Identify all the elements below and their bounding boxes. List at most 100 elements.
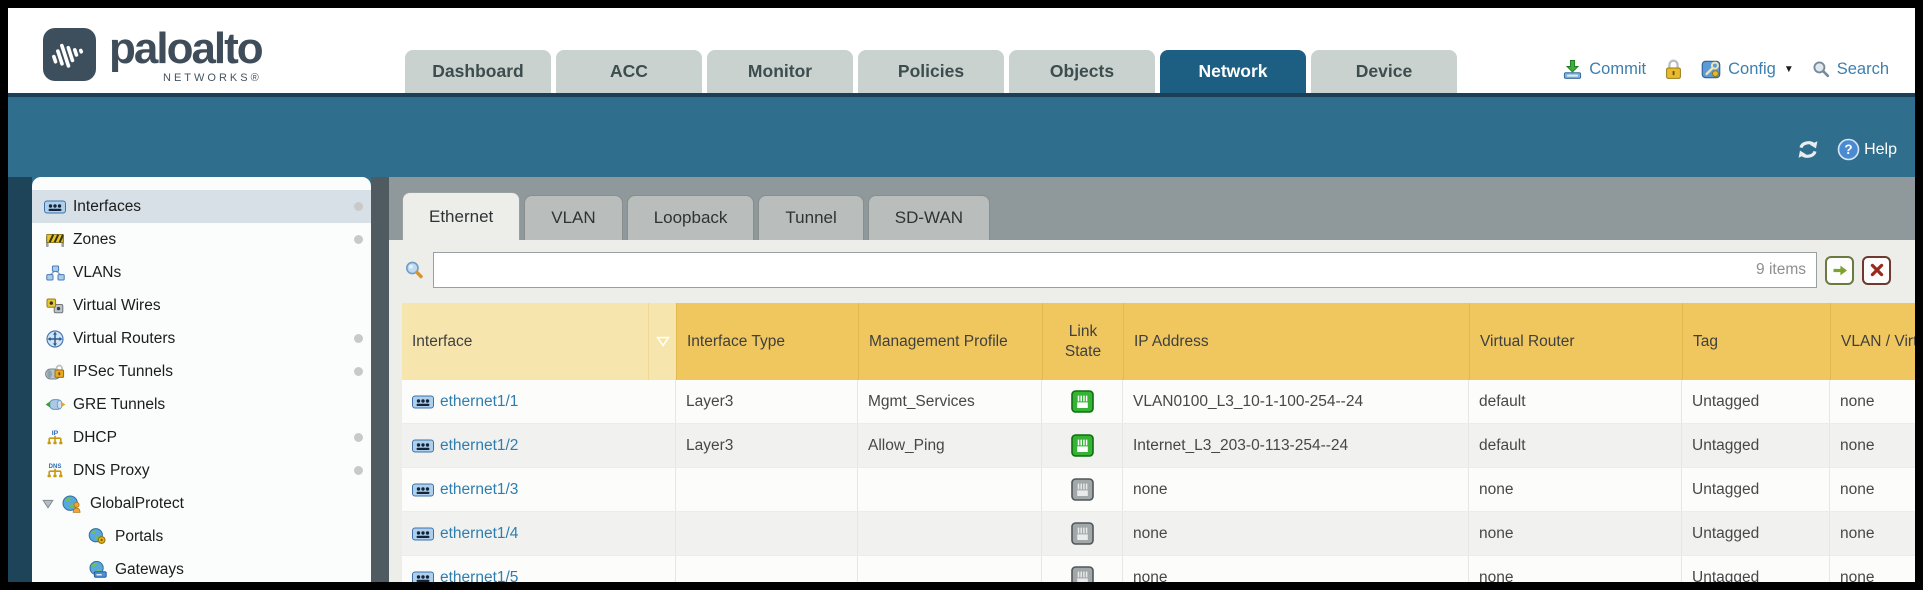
- cell-ip-address: Internet_L3_203-0-113-254--24: [1123, 424, 1469, 467]
- interface-link[interactable]: ethernet1/4: [412, 525, 518, 543]
- sidebar-item-label: Gateways: [115, 561, 184, 579]
- cell-link-state: [1042, 380, 1123, 423]
- lock-icon[interactable]: [1664, 59, 1683, 80]
- apply-filter-button[interactable]: [1825, 256, 1854, 285]
- gateways-icon: [84, 561, 110, 578]
- tab-sd-wan[interactable]: SD-WAN: [868, 195, 990, 240]
- column-header-ip-address[interactable]: IP Address: [1123, 303, 1469, 380]
- sidebar-item-interfaces[interactable]: Interfaces: [32, 190, 371, 223]
- cell-link-state: [1042, 424, 1123, 467]
- app-header: paloalto NETWORKS® DashboardACCMonitorPo…: [8, 8, 1915, 93]
- interface-name: ethernet1/4: [440, 525, 518, 543]
- tab-acc[interactable]: ACC: [556, 50, 702, 93]
- tab-monitor[interactable]: Monitor: [707, 50, 853, 93]
- cell-ip-address: none: [1123, 556, 1469, 582]
- sidebar-item-vlans[interactable]: VLANs: [32, 256, 371, 289]
- sidebar-item-dns-proxy[interactable]: DNSDNS Proxy: [32, 454, 371, 487]
- search-icon: [1812, 60, 1831, 79]
- content-body: Interfaces Zones VLANs Virtual Wires Virtual…: [8, 177, 1915, 582]
- interfaces-icon: [42, 200, 68, 214]
- expander-icon: [42, 499, 59, 509]
- sidebar-item-zones[interactable]: Zones: [32, 223, 371, 256]
- filter-input[interactable]: [434, 253, 1816, 287]
- interface-link[interactable]: ethernet1/2: [412, 437, 518, 455]
- cell-tag: Untagged: [1682, 468, 1830, 511]
- cell-virtual-router: none: [1469, 556, 1682, 582]
- tab-device[interactable]: Device: [1311, 50, 1457, 93]
- cell-vlan-virtual-wire: none: [1830, 512, 1915, 555]
- sidebar-item-virtual-routers[interactable]: Virtual Routers: [32, 322, 371, 355]
- cell-management-profile: Mgmt_Services: [858, 380, 1042, 423]
- cell-ip-address: none: [1123, 468, 1469, 511]
- virtual-routers-icon: [42, 330, 68, 348]
- table-row: ethernet1/5nonenoneUntaggednone: [402, 556, 1915, 582]
- tab-ethernet[interactable]: Ethernet: [402, 192, 520, 240]
- commit-label: Commit: [1589, 60, 1646, 79]
- sidebar-item-label: Virtual Wires: [73, 297, 161, 315]
- link-state-up-icon: [1071, 434, 1094, 457]
- toolbar-actions: ? Help: [1795, 138, 1897, 161]
- table-row: ethernet1/4nonenoneUntaggednone: [402, 512, 1915, 556]
- refresh-icon[interactable]: [1795, 139, 1821, 160]
- sidebar-divider[interactable]: [371, 177, 389, 582]
- secondary-toolbar: ? Help: [8, 97, 1915, 177]
- commit-button[interactable]: Commit: [1562, 59, 1646, 80]
- paloalto-logo: paloalto NETWORKS®: [43, 28, 262, 84]
- interface-link[interactable]: ethernet1/3: [412, 481, 518, 499]
- sidebar-item-label: Zones: [73, 231, 116, 249]
- red-x-icon: [1870, 263, 1884, 277]
- cell-management-profile: [858, 512, 1042, 555]
- sidebar-item-globalprotect[interactable]: GlobalProtect: [32, 487, 371, 520]
- interface-link[interactable]: ethernet1/5: [412, 569, 518, 583]
- interface-name: ethernet1/1: [440, 393, 518, 411]
- interface-name: ethernet1/5: [440, 569, 518, 583]
- sidebar-item-label: Portals: [115, 528, 163, 546]
- sidebar-item-gre-tunnels[interactable]: GRE Tunnels: [32, 388, 371, 421]
- sidebar-item-portals[interactable]: Portals: [32, 520, 371, 553]
- search-button[interactable]: Search: [1812, 60, 1889, 79]
- tab-loopback[interactable]: Loopback: [627, 195, 755, 240]
- column-header-link-state[interactable]: Link State: [1042, 303, 1123, 380]
- sidebar: Interfaces Zones VLANs Virtual Wires Virtual…: [32, 177, 371, 582]
- help-button[interactable]: ? Help: [1837, 138, 1897, 161]
- item-dot: [354, 433, 363, 442]
- sidebar-item-dhcp[interactable]: IPDHCP: [32, 421, 371, 454]
- config-label: Config: [1728, 60, 1776, 79]
- sidebar-item-virtual-wires[interactable]: Virtual Wires: [32, 289, 371, 322]
- column-header-virtual-router[interactable]: Virtual Router: [1469, 303, 1682, 380]
- tab-vlan[interactable]: VLAN: [524, 195, 622, 240]
- brand-name: paloalto: [109, 28, 262, 70]
- link-state-up-icon: [1071, 390, 1094, 413]
- column-header-vlan-virtual-wire[interactable]: VLAN / Virtual Wire: [1830, 303, 1915, 380]
- sidebar-item-ipsec-tunnels[interactable]: IPSec Tunnels: [32, 355, 371, 388]
- clear-filter-button[interactable]: [1862, 256, 1891, 285]
- tab-tunnel[interactable]: Tunnel: [758, 195, 863, 240]
- tab-dashboard[interactable]: Dashboard: [405, 50, 551, 93]
- help-label: Help: [1864, 141, 1897, 159]
- ethernet-interface-icon: [412, 483, 434, 497]
- interfaces-table: Interface Interface TypeManagement Profil…: [389, 300, 1915, 582]
- tab-objects[interactable]: Objects: [1009, 50, 1155, 93]
- portals-icon: [84, 528, 110, 545]
- sidebar-item-label: GRE Tunnels: [73, 396, 165, 414]
- cell-interface: ethernet1/3: [402, 468, 676, 511]
- interface-link[interactable]: ethernet1/1: [412, 393, 518, 411]
- help-icon: ?: [1837, 138, 1860, 161]
- sort-dropdown-button[interactable]: [648, 303, 676, 380]
- sidebar-item-label: DNS Proxy: [73, 462, 150, 480]
- column-header-tag[interactable]: Tag: [1682, 303, 1830, 380]
- tab-policies[interactable]: Policies: [858, 50, 1004, 93]
- column-header-interface[interactable]: Interface: [402, 303, 648, 380]
- config-menu[interactable]: Config ▼: [1701, 59, 1794, 80]
- svg-text:?: ?: [1844, 142, 1852, 157]
- sidebar-item-gateways[interactable]: Gateways: [32, 553, 371, 582]
- cell-interface-type: Layer3: [676, 380, 858, 423]
- item-dot: [354, 367, 363, 376]
- sidebar-item-label: Virtual Routers: [73, 330, 175, 348]
- tab-network[interactable]: Network: [1160, 50, 1306, 93]
- link-state-down-icon: [1071, 566, 1094, 582]
- column-header-management-profile[interactable]: Management Profile: [858, 303, 1042, 380]
- gre-tunnels-icon: [42, 397, 68, 412]
- cell-interface-type: [676, 468, 858, 511]
- column-header-interface-type[interactable]: Interface Type: [676, 303, 858, 380]
